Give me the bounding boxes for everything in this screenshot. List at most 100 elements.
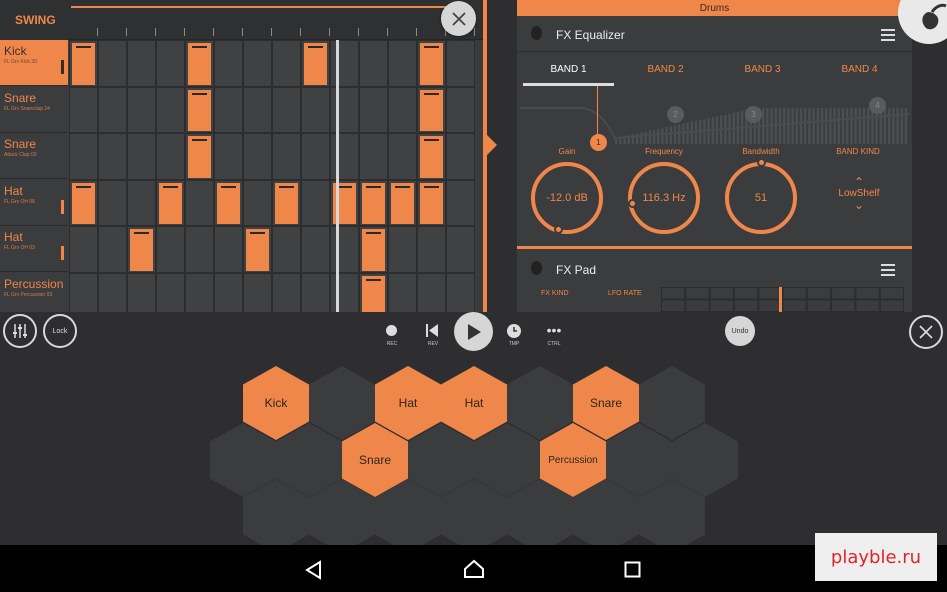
back-icon[interactable] [304, 560, 324, 580]
step-cell[interactable] [301, 179, 330, 226]
step-cell[interactable] [98, 272, 127, 312]
undo-button[interactable]: Undo [725, 316, 755, 346]
step-cell[interactable] [127, 133, 156, 180]
active-step[interactable] [130, 229, 153, 271]
step-cell[interactable] [359, 133, 388, 180]
step-cell[interactable] [301, 272, 330, 312]
tab-band-3[interactable]: BAND 3 [714, 52, 811, 86]
active-step[interactable] [246, 229, 269, 271]
step-cell[interactable] [272, 86, 301, 133]
fx-enable-knob[interactable] [531, 26, 542, 40]
close-sequencer-button[interactable] [441, 1, 476, 36]
active-step[interactable] [362, 275, 385, 312]
menu-icon[interactable] [881, 264, 895, 279]
fl-studio-logo[interactable] [898, 0, 947, 44]
active-step[interactable] [275, 182, 298, 224]
ctrl-button[interactable]: ••• [543, 323, 565, 337]
active-step[interactable] [362, 182, 385, 224]
gain-knob[interactable]: -12.0 dB [531, 162, 603, 234]
step-cell[interactable] [359, 40, 388, 87]
swing-slider-line[interactable] [71, 6, 447, 8]
step-cell[interactable] [446, 179, 475, 226]
step-cell[interactable] [417, 226, 446, 273]
step-cell[interactable] [330, 40, 359, 87]
step-cell[interactable] [330, 86, 359, 133]
active-step[interactable] [420, 89, 443, 131]
recents-icon[interactable] [624, 561, 641, 578]
track-row[interactable]: Snare Attack Clap 03 [0, 133, 68, 179]
step-cell[interactable] [156, 40, 185, 87]
step-cell[interactable] [156, 226, 185, 273]
active-step[interactable] [420, 182, 443, 224]
step-cell[interactable] [156, 272, 185, 312]
step-cell[interactable] [214, 272, 243, 312]
step-cell[interactable] [214, 40, 243, 87]
step-cell[interactable] [446, 86, 475, 133]
step-cell[interactable] [127, 272, 156, 312]
band-kind-selector[interactable]: ⌃ LowShelf ⌄ [827, 176, 891, 211]
track-row[interactable]: Percussion FL Grv Percussion 03 [0, 272, 68, 312]
expand-arrow-icon[interactable] [487, 135, 497, 155]
active-step[interactable] [420, 136, 443, 178]
track-row[interactable]: Kick FL Grv Kick 30 [0, 40, 68, 86]
step-cell[interactable] [243, 86, 272, 133]
step-cell[interactable] [446, 133, 475, 180]
step-cell[interactable] [272, 133, 301, 180]
active-step[interactable] [72, 43, 95, 85]
active-step[interactable] [188, 136, 211, 178]
band-node-3[interactable]: 3 [745, 106, 762, 123]
step-cell[interactable] [127, 40, 156, 87]
step-cell[interactable] [185, 226, 214, 273]
step-cell[interactable] [69, 226, 98, 273]
step-cell[interactable] [388, 133, 417, 180]
step-cell[interactable] [98, 226, 127, 273]
close-pads-button[interactable] [909, 315, 943, 349]
band-node-4[interactable]: 4 [869, 97, 886, 114]
mixer-button[interactable] [3, 314, 37, 348]
step-cell[interactable] [272, 226, 301, 273]
step-cell[interactable] [69, 272, 98, 312]
step-cell[interactable] [330, 272, 359, 312]
step-cell[interactable] [156, 86, 185, 133]
menu-icon[interactable] [881, 29, 895, 44]
tab-band-1[interactable]: BAND 1 [520, 52, 617, 86]
step-cell[interactable] [330, 133, 359, 180]
step-cell[interactable] [243, 133, 272, 180]
step-cell[interactable] [98, 133, 127, 180]
swing-label[interactable]: SWING [0, 0, 69, 40]
timeline-ruler[interactable] [69, 0, 487, 40]
home-icon[interactable] [463, 559, 485, 579]
frequency-knob[interactable]: 116.3 Hz [628, 162, 700, 234]
step-cell[interactable] [243, 272, 272, 312]
step-cell[interactable] [446, 226, 475, 273]
step-cell[interactable] [98, 179, 127, 226]
active-step[interactable] [362, 229, 385, 271]
step-cell[interactable] [388, 226, 417, 273]
step-cell[interactable] [272, 40, 301, 87]
active-step[interactable] [72, 182, 95, 224]
tab-band-2[interactable]: BAND 2 [617, 52, 714, 86]
step-cell[interactable] [214, 226, 243, 273]
step-cell[interactable] [446, 40, 475, 87]
step-cell[interactable] [388, 272, 417, 312]
rewind-button[interactable] [424, 323, 440, 337]
step-cell[interactable] [388, 40, 417, 87]
record-button[interactable] [386, 325, 397, 336]
step-cell[interactable] [388, 86, 417, 133]
track-row[interactable]: Hat FL Grv OH 03 [0, 226, 68, 272]
active-step[interactable] [159, 182, 182, 224]
step-cell[interactable] [330, 226, 359, 273]
active-step[interactable] [188, 89, 211, 131]
step-cell[interactable] [214, 86, 243, 133]
step-cell[interactable] [446, 272, 475, 312]
track-row[interactable]: Hat FL Grv OH 08 [0, 179, 68, 226]
step-cell[interactable] [214, 133, 243, 180]
step-cell[interactable] [301, 226, 330, 273]
active-step[interactable] [188, 43, 211, 85]
fx-pad-enable-knob[interactable] [531, 261, 542, 275]
step-cell[interactable] [69, 86, 98, 133]
step-cell[interactable] [417, 272, 446, 312]
step-cell[interactable] [243, 40, 272, 87]
play-button[interactable] [454, 312, 493, 351]
tempo-button[interactable] [507, 324, 521, 338]
